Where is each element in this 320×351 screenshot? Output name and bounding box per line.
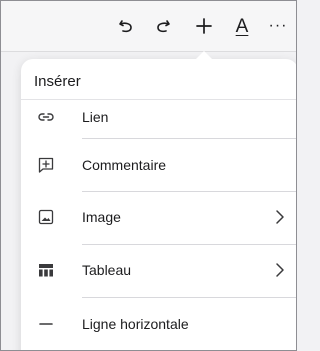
menu-item-label: Lien (82, 109, 109, 125)
editor-toolbar: A ··· (1, 1, 296, 52)
redo-button[interactable] (150, 13, 176, 39)
more-button[interactable]: ··· (265, 13, 291, 39)
link-icon (37, 108, 55, 126)
separator (82, 297, 296, 298)
popover-caret (195, 51, 213, 60)
more-icon: ··· (268, 17, 288, 34)
menu-item-lien[interactable]: Lien (21, 92, 296, 142)
menu-item-commentaire[interactable]: Commentaire (21, 140, 296, 190)
redo-icon (157, 20, 170, 33)
menu-item-tableau[interactable]: Tableau (21, 245, 296, 295)
menu-item-label: Ligne horizontale (82, 316, 189, 332)
horizontal-line-icon (37, 315, 55, 333)
app-frame: A ··· Insérer Lien Commentaire Image Tab… (0, 0, 297, 351)
menu-item-label: Image (82, 209, 121, 225)
plus-icon (196, 18, 212, 34)
popover-title: Insérer (34, 73, 81, 90)
menu-item-ligne-horizontale[interactable]: Ligne horizontale (21, 299, 296, 349)
separator (82, 138, 296, 139)
table-icon (37, 261, 55, 279)
text-format-icon: A (235, 15, 249, 37)
insert-popover: Insérer Lien Commentaire Image Tableau L… (21, 59, 296, 350)
comment-plus-icon (37, 156, 55, 174)
menu-item-label: Commentaire (82, 157, 167, 173)
undo-icon (119, 20, 132, 33)
chevron-right-icon (276, 263, 284, 277)
image-icon (37, 208, 55, 226)
undo-button[interactable] (113, 13, 139, 39)
text-format-button[interactable]: A (229, 13, 255, 39)
menu-item-image[interactable]: Image (21, 192, 296, 242)
menu-item-label: Tableau (82, 262, 132, 278)
chevron-right-icon (276, 210, 284, 224)
insert-button[interactable] (191, 13, 217, 39)
